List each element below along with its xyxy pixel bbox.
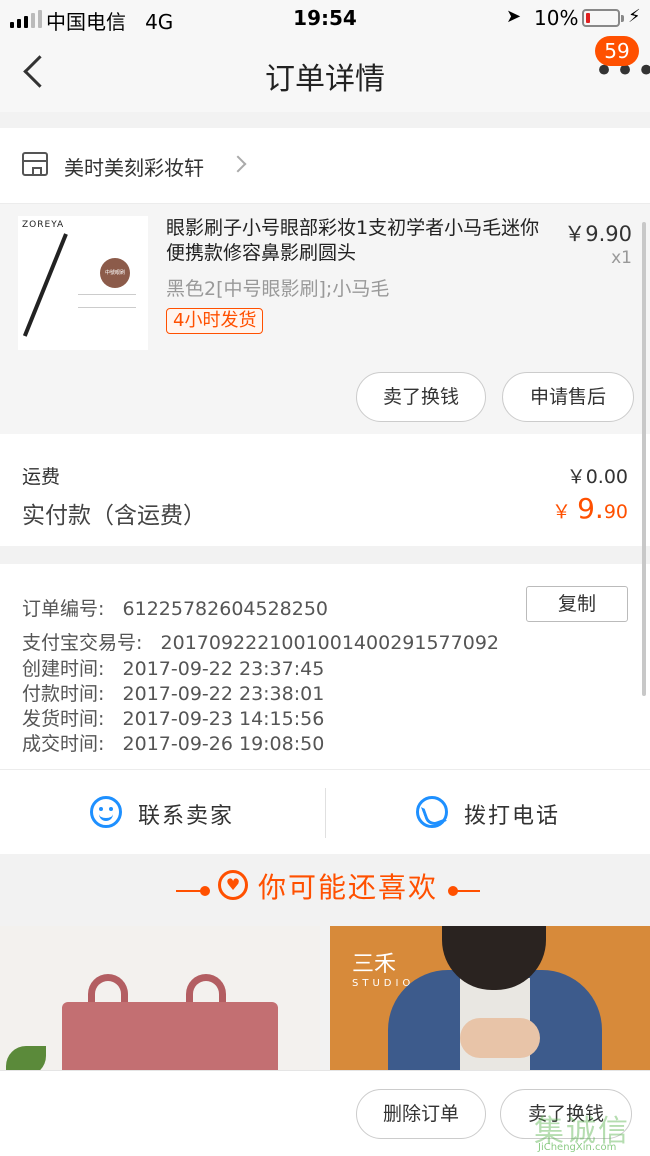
product-quantity: x1 <box>611 248 632 268</box>
decor-line <box>452 890 480 892</box>
contact-bar: 联系卖家 拨打电话 <box>0 770 650 854</box>
paid-value: ￥ 9.90 <box>552 492 628 525</box>
contact-seller-button[interactable]: 联系卖家 <box>0 770 325 854</box>
paid-time: 付款时间: 2017-09-22 23:38:01 <box>22 683 325 705</box>
decor-dot <box>200 886 210 896</box>
message-badge[interactable]: 59 <box>595 36 639 66</box>
product-item[interactable]: ZOREYA 中號眼刷 眼影刷子小号眼部彩妆1支初学者小马毛迷你便携款修容鼻影刷… <box>0 204 650 434</box>
charging-icon: ⚡ <box>628 6 641 27</box>
thumb-brand: ZOREYA <box>22 220 65 230</box>
alipay-trade-number: 支付宝交易号: 2017092221001001400291577092 <box>22 632 499 654</box>
product-sku: 黑色2[中号眼影刷];小马毛 <box>166 278 390 300</box>
watermark-logo: 集诚信 JiChengXin.com <box>534 1106 650 1156</box>
brush-illustration <box>22 233 68 337</box>
status-bar: 中国电信 4G 19:54 ➤ 10% ⚡ <box>0 0 650 36</box>
heart-icon <box>218 870 248 900</box>
shop-icon <box>22 152 48 176</box>
paid-label: 实付款（含运费） <box>22 503 206 529</box>
thumb-badge: 中號眼刷 <box>100 258 130 288</box>
chevron-right-icon <box>229 155 247 173</box>
more-menu-button[interactable]: ••• <box>594 54 650 88</box>
bag-image <box>62 1002 278 1076</box>
watermark-sub: JiChengXin.com <box>538 1142 617 1153</box>
contact-seller-label: 联系卖家 <box>138 804 235 829</box>
sell-button[interactable]: 卖了换钱 <box>356 372 486 422</box>
hand-image <box>460 1018 540 1058</box>
battery-icon <box>582 9 624 27</box>
chat-icon <box>90 796 122 828</box>
recommend-title: 你可能还喜欢 <box>258 871 439 904</box>
order-number: 订单编号: 61225782604528250 <box>22 598 329 620</box>
call-phone-button[interactable]: 拨打电话 <box>326 770 650 854</box>
shipped-time: 发货时间: 2017-09-23 14:15:56 <box>22 708 325 730</box>
completed-time: 成交时间: 2017-09-26 19:08:50 <box>22 733 325 755</box>
nav-bar: 订单详情 ••• 59 <box>0 36 650 112</box>
copy-button[interactable]: 复制 <box>526 586 628 622</box>
product-image[interactable]: ZOREYA 中號眼刷 <box>18 216 148 350</box>
scrollbar[interactable] <box>642 222 646 696</box>
recommend-header: 你可能还喜欢 <box>0 854 650 926</box>
shipping-value: ￥0.00 <box>566 466 628 488</box>
shirt-brand: 三禾 <box>352 952 397 977</box>
after-sale-button[interactable]: 申请售后 <box>502 372 634 422</box>
recommend-item-shirt[interactable]: 三禾 STUDIO <box>330 926 650 1076</box>
fee-summary: 运费 ￥0.00 实付款（含运费） ￥ 9.90 <box>0 434 650 546</box>
call-phone-label: 拨打电话 <box>464 804 561 829</box>
thumb-caption <box>78 294 136 308</box>
created-time: 创建时间: 2017-09-22 23:37:45 <box>22 658 325 680</box>
order-info: 订单编号: 61225782604528250 支付宝交易号: 20170922… <box>0 564 650 770</box>
shipping-tag: 4小时发货 <box>166 308 264 334</box>
location-icon: ➤ <box>506 6 522 27</box>
product-price: ￥9.90 <box>564 222 632 246</box>
recommend-item-bag[interactable] <box>0 926 320 1076</box>
shipping-label: 运费 <box>22 466 61 488</box>
product-title[interactable]: 眼影刷子小号眼部彩妆1支初学者小马毛迷你便携款修容鼻影刷圆头 <box>166 216 544 266</box>
phone-icon <box>416 796 448 828</box>
shop-name: 美时美刻彩妆轩 <box>64 156 204 180</box>
battery-percent: 10% <box>534 6 579 30</box>
delete-order-button[interactable]: 删除订单 <box>356 1089 486 1139</box>
shop-row[interactable]: 美时美刻彩妆轩 <box>0 128 650 204</box>
page-title: 订单详情 <box>265 62 385 97</box>
